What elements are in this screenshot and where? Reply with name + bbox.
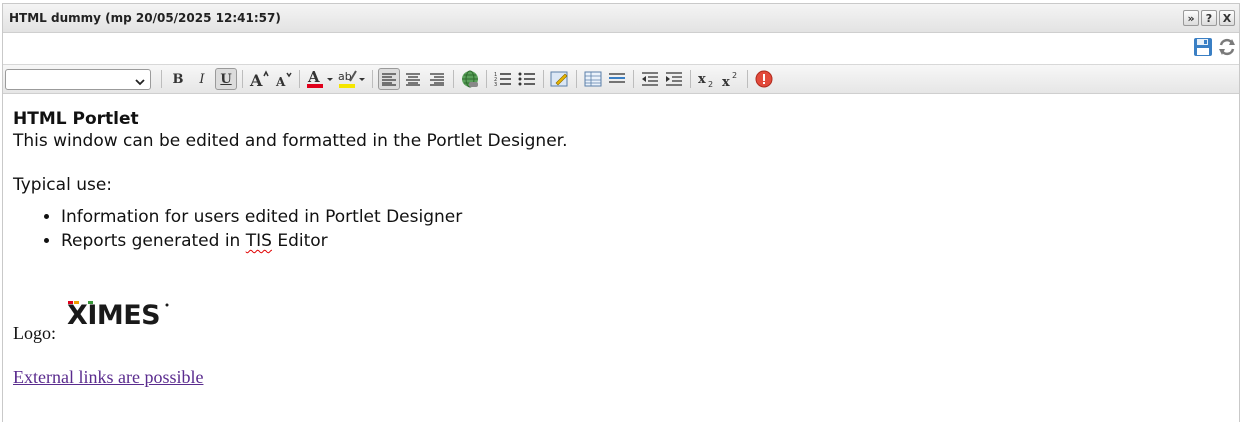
title-bar: HTML dummy (mp 20/05/2025 12:41:57) » ? …	[3, 4, 1239, 33]
grow-font-icon: A	[249, 70, 269, 88]
subscript-button[interactable]: x2	[696, 68, 718, 90]
align-left-icon	[382, 73, 396, 86]
html-portlet-window: HTML dummy (mp 20/05/2025 12:41:57) » ? …	[2, 3, 1240, 422]
window-buttons: » ? X	[1183, 10, 1235, 26]
highlight-icon: ab	[338, 70, 365, 88]
external-link[interactable]: External links are possible	[13, 367, 1229, 388]
toolbar-separator	[747, 70, 748, 88]
toolbar-separator	[372, 70, 373, 88]
svg-text:A: A	[249, 71, 263, 88]
indent-button[interactable]	[663, 68, 685, 90]
toolbar-separator	[543, 70, 544, 88]
italic-button[interactable]: I	[191, 68, 213, 90]
shrink-font-icon: A	[275, 72, 292, 88]
align-left-button[interactable]	[378, 68, 400, 90]
highlight-color-button[interactable]: ab	[337, 68, 367, 90]
insert-link-button[interactable]	[459, 68, 481, 90]
toolbar-separator	[576, 70, 577, 88]
editor-content[interactable]: HTML Portlet This window can be edited a…	[3, 94, 1239, 388]
logo-label: Logo:	[13, 323, 56, 343]
ximes-logo: XIMES	[66, 299, 170, 334]
alert-icon	[755, 70, 773, 88]
font-select[interactable]	[5, 68, 151, 92]
grow-font-button[interactable]: A	[248, 68, 270, 90]
svg-text:2: 2	[732, 71, 737, 80]
indent-icon	[666, 72, 682, 86]
unordered-list-button[interactable]	[516, 68, 538, 90]
globe-link-icon	[462, 70, 478, 88]
table-icon	[584, 71, 602, 87]
align-right-icon	[430, 73, 444, 86]
chevron-down-icon	[135, 73, 145, 92]
list-item-text-before: Reports generated in	[61, 231, 246, 251]
toolbar-separator	[486, 70, 487, 88]
refresh-icon[interactable]	[1217, 37, 1237, 61]
align-center-icon	[406, 73, 420, 86]
horizontal-rule-button[interactable]	[606, 68, 628, 90]
misspelled-word: TIS	[245, 231, 272, 251]
logo-row: Logo: XIMES	[13, 299, 1229, 344]
edit-source-icon	[550, 71, 568, 87]
superscript-button[interactable]: x2	[720, 68, 742, 90]
underline-icon: U	[220, 71, 232, 87]
expand-button[interactable]: »	[1183, 10, 1199, 26]
font-color-icon: A	[307, 68, 333, 88]
edit-source-button[interactable]	[549, 68, 571, 90]
bold-icon: B	[172, 71, 184, 87]
help-button[interactable]: ?	[1201, 10, 1217, 26]
shrink-font-button[interactable]: A	[272, 68, 294, 90]
superscript-icon: x2	[722, 71, 737, 88]
editor-toolbar: B I U A A A ab 123 x 2 x 2	[3, 64, 1239, 94]
toolbar-separator	[299, 70, 300, 88]
outdent-icon	[642, 72, 658, 86]
close-button[interactable]: X	[1219, 10, 1235, 26]
action-bar	[3, 33, 1239, 64]
ordered-list-button[interactable]: 123	[492, 68, 514, 90]
toolbar-separator	[242, 70, 243, 88]
subscript-icon: x2	[698, 72, 713, 88]
toolbar-separator	[453, 70, 454, 88]
insert-table-button[interactable]	[582, 68, 604, 90]
list-item-text: Information for users edited in Portlet …	[61, 207, 463, 227]
save-icon[interactable]	[1193, 37, 1213, 61]
svg-text:A: A	[307, 68, 320, 86]
svg-text:ab: ab	[338, 70, 352, 83]
align-right-button[interactable]	[426, 68, 448, 90]
toolbar-separator	[690, 70, 691, 88]
toolbar-separator	[633, 70, 634, 88]
align-center-button[interactable]	[402, 68, 424, 90]
svg-text:A: A	[275, 75, 286, 88]
use-list: Information for users edited in Portlet …	[13, 205, 1229, 253]
svg-text:x: x	[698, 72, 706, 87]
font-color-button[interactable]: A	[305, 68, 335, 90]
unordered-list-icon	[518, 72, 535, 86]
svg-text:x: x	[722, 75, 730, 88]
horizontal-rule-icon	[609, 73, 625, 83]
typical-use-label: Typical use:	[13, 175, 113, 195]
svg-text:2: 2	[708, 80, 713, 88]
ordered-list-icon: 123	[494, 72, 511, 87]
remove-format-button[interactable]	[753, 68, 775, 90]
toolbar-separator	[161, 70, 162, 88]
list-item-text-after: Editor	[271, 231, 328, 251]
list-item: Information for users edited in Portlet …	[61, 205, 1229, 229]
svg-text:3: 3	[494, 82, 497, 87]
content-heading: HTML Portlet	[13, 109, 139, 129]
underline-button[interactable]: U	[215, 68, 237, 90]
italic-icon: I	[199, 71, 205, 87]
content-intro: This window can be edited and formatted …	[13, 131, 568, 151]
window-title: HTML dummy (mp 20/05/2025 12:41:57)	[9, 11, 281, 25]
bold-button[interactable]: B	[167, 68, 189, 90]
list-item: Reports generated in TIS Editor	[61, 229, 1229, 253]
outdent-button[interactable]	[639, 68, 661, 90]
svg-text:XIMES: XIMES	[67, 300, 160, 329]
